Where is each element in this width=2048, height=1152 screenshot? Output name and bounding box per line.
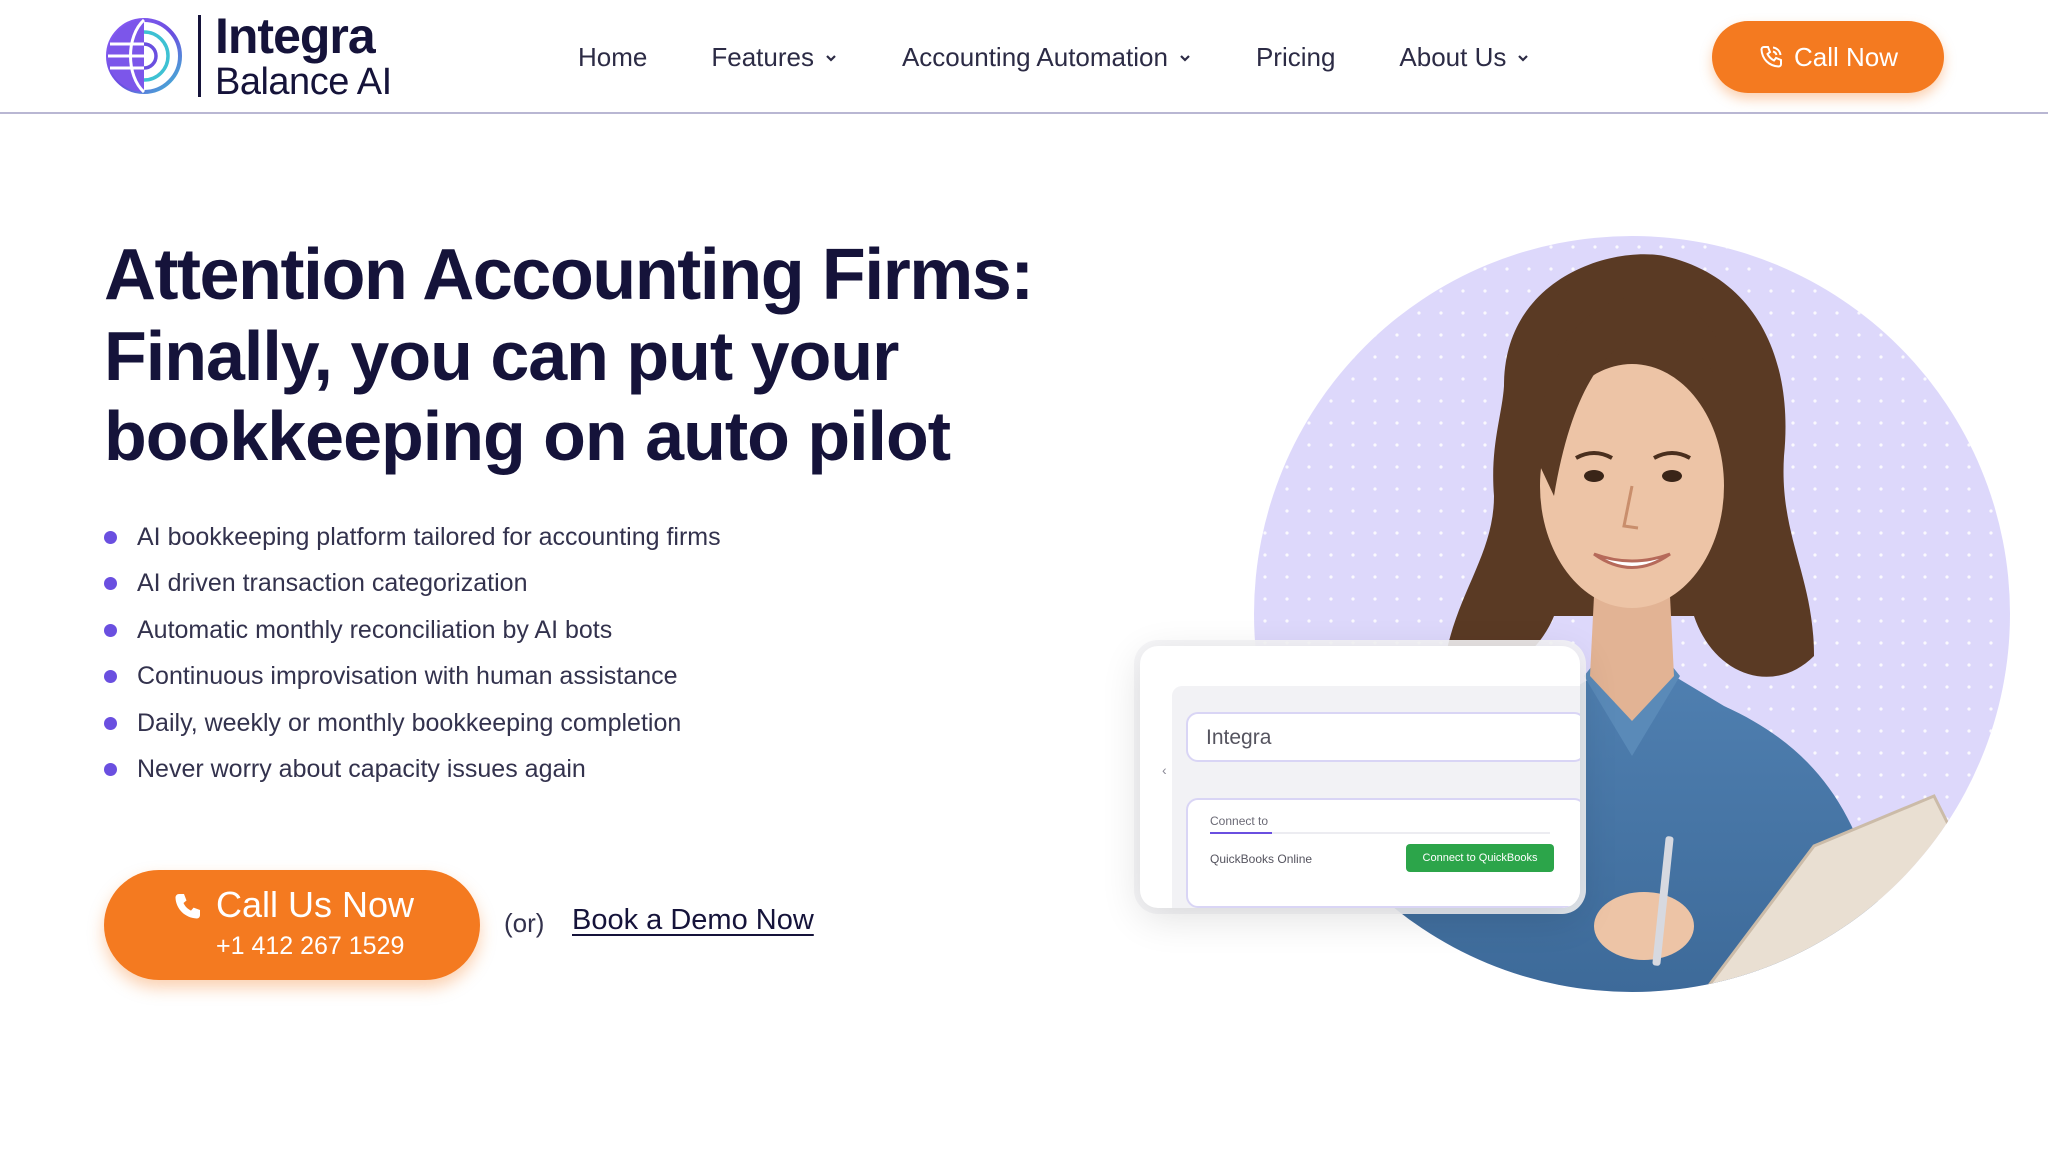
chevron-left-icon[interactable]: ‹: [1162, 762, 1167, 778]
feature-text: AI bookkeeping platform tailored for acc…: [137, 522, 721, 551]
or-separator: (or): [504, 908, 545, 938]
globe-logo-icon: [106, 18, 182, 94]
nav-item-features[interactable]: Features: [711, 42, 838, 73]
tab-underline: [1210, 832, 1550, 834]
nav-item-label: Accounting Automation: [901, 41, 1168, 72]
chevron-down-icon: [1180, 55, 1190, 62]
brand-logo[interactable]: Integra Balance AI: [104, 11, 392, 101]
bullet-dot-icon: [104, 623, 117, 637]
list-item: AI bookkeeping platform tailored for acc…: [104, 514, 721, 561]
list-item: Continuous improvisation with human assi…: [104, 654, 721, 701]
nav-item-label: Home: [578, 41, 648, 72]
phone-icon: [175, 894, 200, 919]
connect-quickbooks-button[interactable]: Connect to QuickBooks: [1406, 844, 1554, 872]
bullet-dot-icon: [104, 530, 117, 544]
nav-item-about-us[interactable]: About Us: [1399, 42, 1530, 73]
nav-item-label: Pricing: [1255, 41, 1336, 72]
site-header: Integra Balance AI Home Features Account…: [0, 0, 2048, 114]
feature-list: AI bookkeeping platform tailored for acc…: [104, 514, 721, 793]
bullet-dot-icon: [104, 670, 117, 684]
nav-item-accounting-automation[interactable]: Accounting Automation: [902, 42, 1192, 73]
app-search-field[interactable]: Integra: [1186, 712, 1580, 762]
connect-to-label: Connect to: [1210, 814, 1269, 828]
list-item: AI driven transaction categorization: [104, 561, 721, 608]
logo-name-line2: Balance AI: [215, 61, 392, 103]
feature-text: AI driven transaction categorization: [137, 569, 528, 598]
logo-divider: [198, 15, 201, 97]
logo-name-line1: Integra: [215, 8, 376, 64]
feature-text: Automatic monthly reconciliation by AI b…: [137, 615, 613, 644]
bullet-dot-icon: [104, 577, 117, 591]
feature-text: Daily, weekly or monthly bookkeeping com…: [137, 708, 682, 737]
chevron-down-icon: [826, 55, 836, 62]
logo-wordmark: Integra Balance AI: [215, 11, 392, 101]
nav-item-label: Features: [711, 41, 814, 72]
app-connect-panel: Connect to QuickBooks Online Connect to …: [1186, 798, 1580, 908]
cta-label: Call Us Now: [216, 884, 415, 925]
call-now-button[interactable]: Call Now: [1712, 21, 1944, 93]
nav-item-label: About Us: [1399, 41, 1507, 72]
call-now-label: Call Now: [1793, 41, 1899, 72]
phone-call-icon: [1760, 46, 1782, 68]
list-item: Daily, weekly or monthly bookkeeping com…: [104, 700, 721, 747]
nav-item-home[interactable]: Home: [578, 42, 647, 73]
hero-title: Attention Accounting Firms:: [104, 235, 1034, 315]
book-demo-link[interactable]: Book a Demo Now: [572, 904, 814, 937]
service-name: QuickBooks Online: [1210, 852, 1313, 866]
list-item: Never worry about capacity issues again: [104, 747, 721, 794]
nav-item-pricing[interactable]: Pricing: [1256, 42, 1335, 73]
bullet-dot-icon: [104, 763, 117, 777]
main-nav: Home Features Accounting Automation Pric…: [578, 34, 1594, 80]
feature-text: Continuous improvisation with human assi…: [137, 662, 678, 691]
feature-text: Never worry about capacity issues again: [137, 755, 586, 784]
list-item: Automatic monthly reconciliation by AI b…: [104, 607, 721, 654]
bullet-dot-icon: [104, 716, 117, 730]
app-connect-card: Integra ‹ Connect to QuickBooks Online C…: [1140, 646, 1580, 908]
chevron-down-icon: [1518, 55, 1529, 62]
hero-subtitle: Finally, you can put your bookkeeping on…: [104, 317, 951, 475]
cta-phone-number: +1 412 267 1529: [216, 932, 405, 960]
call-us-now-button[interactable]: Call Us Now +1 412 267 1529: [104, 870, 480, 980]
